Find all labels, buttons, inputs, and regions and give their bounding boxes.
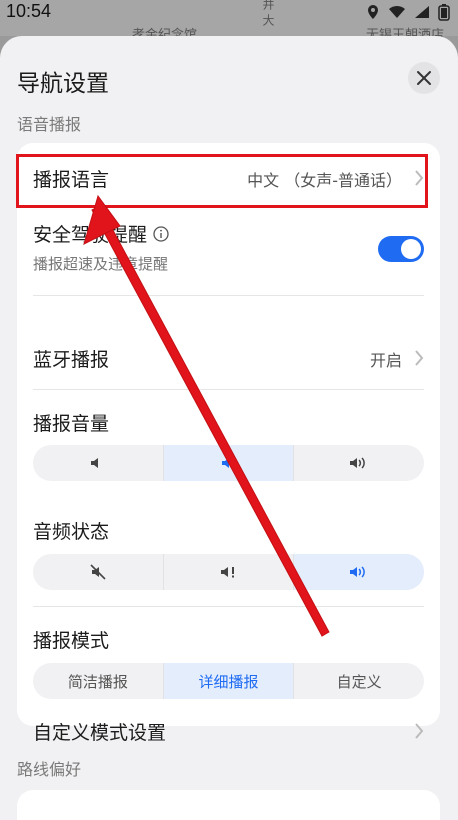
safe-driving-label: 安全驾驶提醒 (33, 224, 148, 246)
volume-high-option[interactable] (293, 445, 424, 481)
divider (33, 606, 424, 607)
audio-state-row: 音频状态 (33, 517, 424, 545)
mode-row: 播报模式 (33, 626, 424, 654)
safe-driving-subtext: 播报超速及违章提醒 (33, 255, 169, 273)
signal-icon (415, 6, 429, 18)
chevron-right-icon (415, 723, 424, 739)
section-label-voice: 语音播报 (17, 115, 82, 134)
volume-label: 播报音量 (33, 413, 110, 435)
annotation-highlight-box (16, 154, 428, 208)
safe-driving-toggle[interactable] (378, 236, 424, 262)
map-label-vertical: 井 大 (261, 0, 275, 26)
close-button[interactable] (408, 62, 440, 94)
section-label-route: 路线偏好 (17, 760, 82, 779)
mode-label: 播报模式 (33, 630, 110, 652)
volume-low-icon (90, 458, 98, 468)
audio-normal-option[interactable] (293, 554, 424, 590)
audio-alert-option[interactable] (162, 554, 294, 590)
mode-option-detailed[interactable]: 详细播报 (162, 663, 294, 699)
mode-selector: 简洁播报 详细播报 自定义 (33, 663, 424, 699)
chevron-right-icon (415, 350, 424, 366)
volume-medium-option[interactable] (162, 445, 294, 481)
alert-sound-icon (220, 567, 234, 578)
volume-selector (33, 445, 424, 481)
custom-mode-label: 自定义模式设置 (33, 722, 167, 744)
bluetooth-value: 开启 (369, 351, 402, 370)
mute-icon (90, 564, 106, 580)
bluetooth-label: 蓝牙播报 (33, 349, 110, 371)
volume-row: 播报音量 (33, 409, 424, 437)
status-bar: 10:54 孝金纪念馆 井 大 无锡王朝酒店 (0, 0, 458, 43)
battery-icon (438, 4, 450, 21)
mode-option-concise[interactable]: 简洁播报 (33, 663, 163, 699)
location-icon (368, 5, 378, 19)
volume-medium-icon (221, 458, 233, 468)
safe-driving-row: 安全驾驶提醒 播报超速及违章提醒 (33, 220, 424, 282)
custom-mode-row[interactable]: 自定义模式设置 (33, 718, 424, 748)
volume-high-icon (350, 457, 366, 469)
page-title: 导航设置 (17, 71, 109, 97)
close-icon (417, 71, 431, 85)
wifi-icon (389, 5, 405, 18)
info-icon[interactable] (153, 225, 169, 242)
mode-option-custom[interactable]: 自定义 (293, 663, 424, 699)
volume-low-option[interactable] (33, 445, 163, 481)
divider (33, 389, 424, 390)
audio-mute-option[interactable] (33, 554, 163, 590)
divider (33, 295, 424, 296)
audio-state-label: 音频状态 (33, 521, 110, 543)
volume-high-icon (350, 566, 366, 578)
audio-state-selector (33, 554, 424, 590)
voice-settings-card: 播报语言 中文 （女声-普通话） 安全驾驶提醒 播报超速及违章提醒 蓝牙播报 开… (17, 143, 440, 744)
status-time: 10:54 (6, 1, 52, 21)
bluetooth-row[interactable]: 蓝牙播报 开启 (33, 345, 424, 375)
route-preference-card (17, 790, 440, 820)
